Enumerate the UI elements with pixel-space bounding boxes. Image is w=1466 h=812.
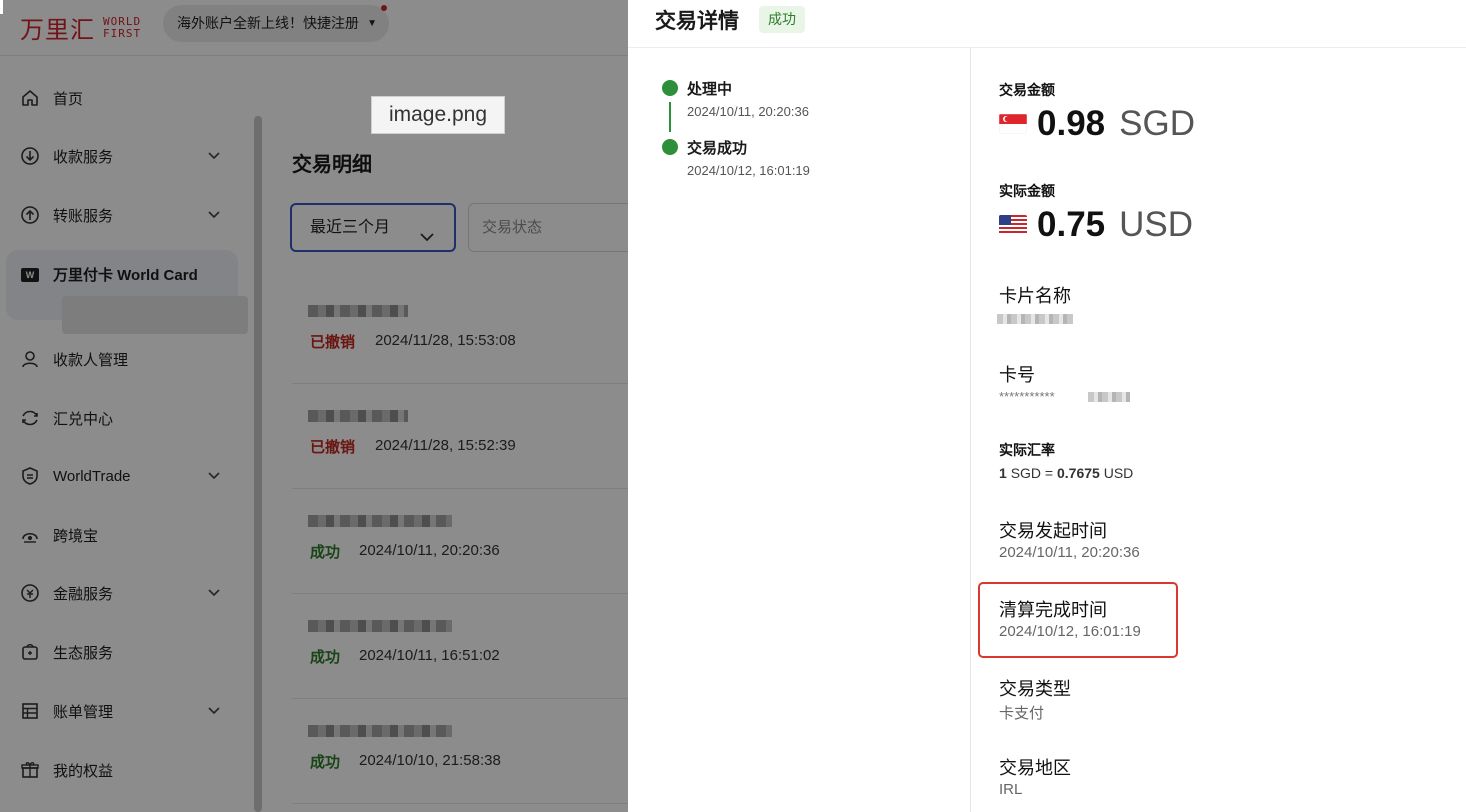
exchange-rate-label: 实际汇率 <box>999 442 1055 458</box>
start-time-label: 交易发起时间 <box>999 521 1107 541</box>
transaction-type-label: 交易类型 <box>999 679 1071 699</box>
modal-backdrop[interactable] <box>0 0 628 812</box>
transaction-type-value: 卡支付 <box>999 705 1045 722</box>
actual-amount-row: 0.75 USD <box>999 205 1193 245</box>
status-badge: 成功 <box>759 6 805 33</box>
timeline-step-time: 2024/10/11, 20:20:36 <box>687 104 809 119</box>
amount-currency: SGD <box>1119 104 1195 143</box>
timeline-step-time: 2024/10/12, 16:01:19 <box>687 163 810 178</box>
transaction-region-label: 交易地区 <box>999 758 1071 778</box>
amount-label: 交易金额 <box>999 82 1055 98</box>
drawer-header: 交易详情 成功 <box>628 0 1466 48</box>
drawer-title: 交易详情 <box>655 10 739 33</box>
timeline-dot <box>662 80 678 96</box>
exchange-rate-value: 1 SGD = 0.7675 USD <box>999 465 1134 481</box>
clearing-time-label: 清算完成时间 <box>999 600 1107 620</box>
filename-tooltip: image.png <box>371 96 505 134</box>
actual-amount-value: 0.75 <box>1037 205 1106 244</box>
corner-marker <box>0 0 3 14</box>
card-name-label: 卡片名称 <box>999 286 1071 306</box>
actual-amount-label: 实际金额 <box>999 183 1055 199</box>
amount-row: 0.98 SGD <box>999 104 1195 144</box>
timeline-step-label: 交易成功 <box>687 140 748 157</box>
redacted-card-name <box>997 314 1073 324</box>
card-number-value: *********** <box>999 389 1055 404</box>
clearing-time-value: 2024/10/12, 16:01:19 <box>999 623 1141 640</box>
transaction-region-value: IRL <box>999 781 1023 798</box>
actual-amount-currency: USD <box>1119 205 1194 244</box>
timeline-line <box>669 102 671 132</box>
singapore-flag-icon <box>999 114 1027 134</box>
timeline-step-label: 处理中 <box>687 81 733 98</box>
amount-value: 0.98 <box>1037 104 1106 143</box>
card-number-label: 卡号 <box>999 365 1035 385</box>
redacted-card-digits <box>1088 392 1130 402</box>
drawer-divider <box>970 48 971 812</box>
timeline-dot <box>662 139 678 155</box>
start-time-value: 2024/10/11, 20:20:36 <box>999 544 1140 561</box>
us-flag-icon <box>999 215 1027 235</box>
